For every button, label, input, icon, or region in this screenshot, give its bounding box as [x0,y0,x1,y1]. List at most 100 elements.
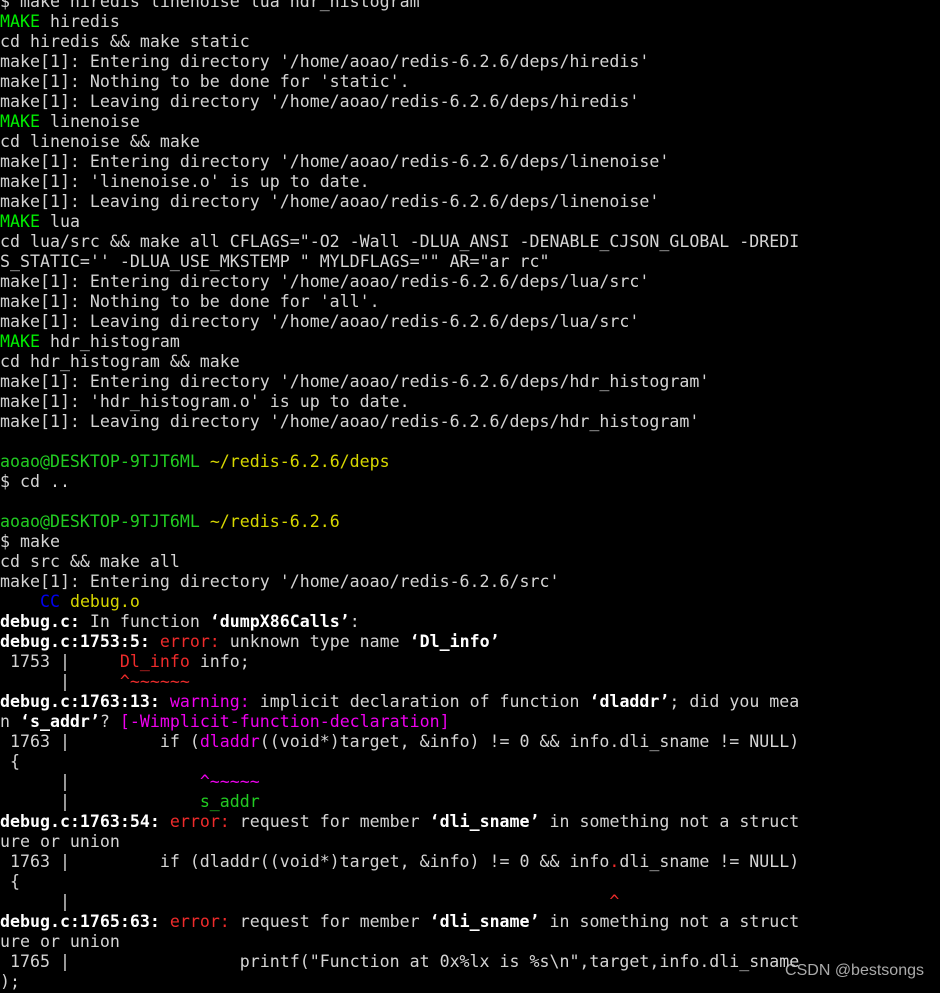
terminal-line: debug.c:1763:54: error: request for memb… [0,812,940,832]
terminal-line: $ make [0,532,940,552]
terminal-line: make[1]: Entering directory '/home/aoao/… [0,152,940,172]
terminal-line: $ make hiredis linenoise lua hdr_histogr… [0,0,940,12]
terminal-line: make[1]: Nothing to be done for 'static'… [0,72,940,92]
terminal-text: make[1]: Nothing to be done for 'static'… [0,72,410,91]
terminal-text: make[1]: Entering directory '/home/aoao/… [0,52,650,71]
terminal-text: ); [0,972,20,991]
terminal-text: make[1]: Leaving directory '/home/aoao/r… [0,412,700,431]
terminal-line: make[1]: 'linenoise.o' is up to date. [0,172,940,192]
terminal-text: hdr_histogram [39,332,180,351]
terminal-text: ^~~~~~~ [119,672,190,691]
terminal-line: n ‘s_addr’? [-Wimplicit-function-declara… [0,712,940,732]
terminal-text: ‘s_addr’ [19,712,100,731]
terminal-text: s_addr [199,792,260,811]
terminal-text: dli_sname != NULL) [619,852,800,871]
terminal-text: info; [189,652,250,671]
terminal-line: make[1]: Leaving directory '/home/aoao/r… [0,92,940,112]
terminal-text: debug.c: [0,612,80,631]
terminal-text: make[1]: Leaving directory '/home/aoao/r… [0,92,640,111]
terminal-text: n [0,712,20,731]
terminal-line: aoao@DESKTOP-9TJT6ML ~/redis-6.2.6 [0,512,940,532]
terminal-text: Dl_info [119,652,190,671]
terminal-line: 1763 | if (dladdr((void*)target, &info) … [0,852,940,872]
terminal-text: { [0,872,20,891]
terminal-text: S_STATIC='' -DLUA_USE_MKSTEMP " MYLDFLAG… [0,252,550,271]
terminal-line: cd src && make all [0,552,940,572]
terminal-text: in something not a struct [539,912,800,931]
terminal-text: cd hdr_histogram && make [0,352,240,371]
terminal-line: make[1]: Entering directory '/home/aoao/… [0,272,940,292]
terminal-text: | [0,672,120,691]
terminal-text: make[1]: Nothing to be done for 'all'. [0,292,380,311]
terminal-line: 1753 | Dl_info info; [0,652,940,672]
terminal-text: request for member [229,912,430,931]
terminal-text: warning: [169,692,250,711]
terminal-text: make[1]: Leaving directory '/home/aoao/r… [0,312,640,331]
terminal-text: . [609,852,620,871]
terminal-line: MAKE linenoise [0,112,940,132]
terminal-text: CC [39,592,60,611]
terminal-text: ‘dladdr’ [589,692,670,711]
terminal-text: 1753 | [0,652,120,671]
terminal-text: ure or union [0,932,120,951]
terminal-text: 1765 | printf("Function at 0x%lx is %s\n… [0,952,800,971]
terminal-text: cd lua/src && make all CFLAGS="-O2 -Wall… [0,232,800,251]
terminal-line: { [0,752,940,772]
terminal-text: ‘dumpX86Calls’ [209,612,350,631]
terminal-line: MAKE lua [0,212,940,232]
terminal-line: make[1]: Leaving directory '/home/aoao/r… [0,412,940,432]
terminal-text: ‘dli_sname’ [429,812,540,831]
terminal-line: S_STATIC='' -DLUA_USE_MKSTEMP " MYLDFLAG… [0,252,940,272]
terminal-line: cd hiredis && make static [0,32,940,52]
terminal-text: ‘Dl_info’ [409,632,500,651]
terminal-text: MAKE [0,112,40,131]
terminal-text: ‘dli_sname’ [429,912,540,931]
terminal-text: make[1]: Entering directory '/home/aoao/… [0,152,670,171]
watermark: CSDN @bestsongs [785,962,924,979]
terminal-line: ure or union [0,932,940,952]
terminal-text: { [0,752,20,771]
terminal-text: implicit declaration of function [249,692,590,711]
terminal-text: in something not a struct [539,812,800,831]
terminal-line: make[1]: Entering directory '/home/aoao/… [0,52,940,72]
terminal-text: aoao@DESKTOP-9TJT6ML [0,452,200,471]
terminal-text: ^~~~~~ [199,772,260,791]
terminal-line: cd lua/src && make all CFLAGS="-O2 -Wall… [0,232,940,252]
terminal-line: $ cd .. [0,472,940,492]
terminal-text: ((void*)target, &info) != 0 && info.dli_… [259,732,800,751]
terminal-text: ; did you mea [669,692,800,711]
terminal-text: cd hiredis && make static [0,32,250,51]
terminal-text: ~/redis-6.2.6 [209,512,340,531]
terminal-line: 1763 | if (dladdr((void*)target, &info) … [0,732,940,752]
terminal-line: debug.c: In function ‘dumpX86Calls’: [0,612,940,632]
terminal-line: | ^ [0,892,940,912]
terminal-line: cd linenoise && make [0,132,940,152]
terminal-text: In function [79,612,210,631]
terminal-text: request for member [229,812,430,831]
terminal-text: debug.c:1763:54: [0,812,160,831]
terminal-text: MAKE [0,212,40,231]
terminal-text: $ make [0,532,60,551]
terminal-text: 1763 | if ( [0,732,200,751]
terminal-text: dladdr [199,732,260,751]
terminal-output[interactable]: $ make hiredis linenoise lua hdr_histogr… [0,0,940,992]
terminal-text: debug.c:1753:5: [0,632,150,651]
terminal-text: : [349,612,360,631]
terminal-text: unknown type name [219,632,410,651]
terminal-text: | [0,772,200,791]
terminal-text: cd src && make all [0,552,180,571]
terminal-line: make[1]: Leaving directory '/home/aoao/r… [0,312,940,332]
terminal-text: error: [159,632,220,651]
terminal-text: linenoise [39,112,140,131]
terminal-line: | ^~~~~~ [0,772,940,792]
terminal-line: aoao@DESKTOP-9TJT6ML ~/redis-6.2.6/deps [0,452,940,472]
terminal-text: hiredis [39,12,120,31]
terminal-line: make[1]: Entering directory '/home/aoao/… [0,372,940,392]
